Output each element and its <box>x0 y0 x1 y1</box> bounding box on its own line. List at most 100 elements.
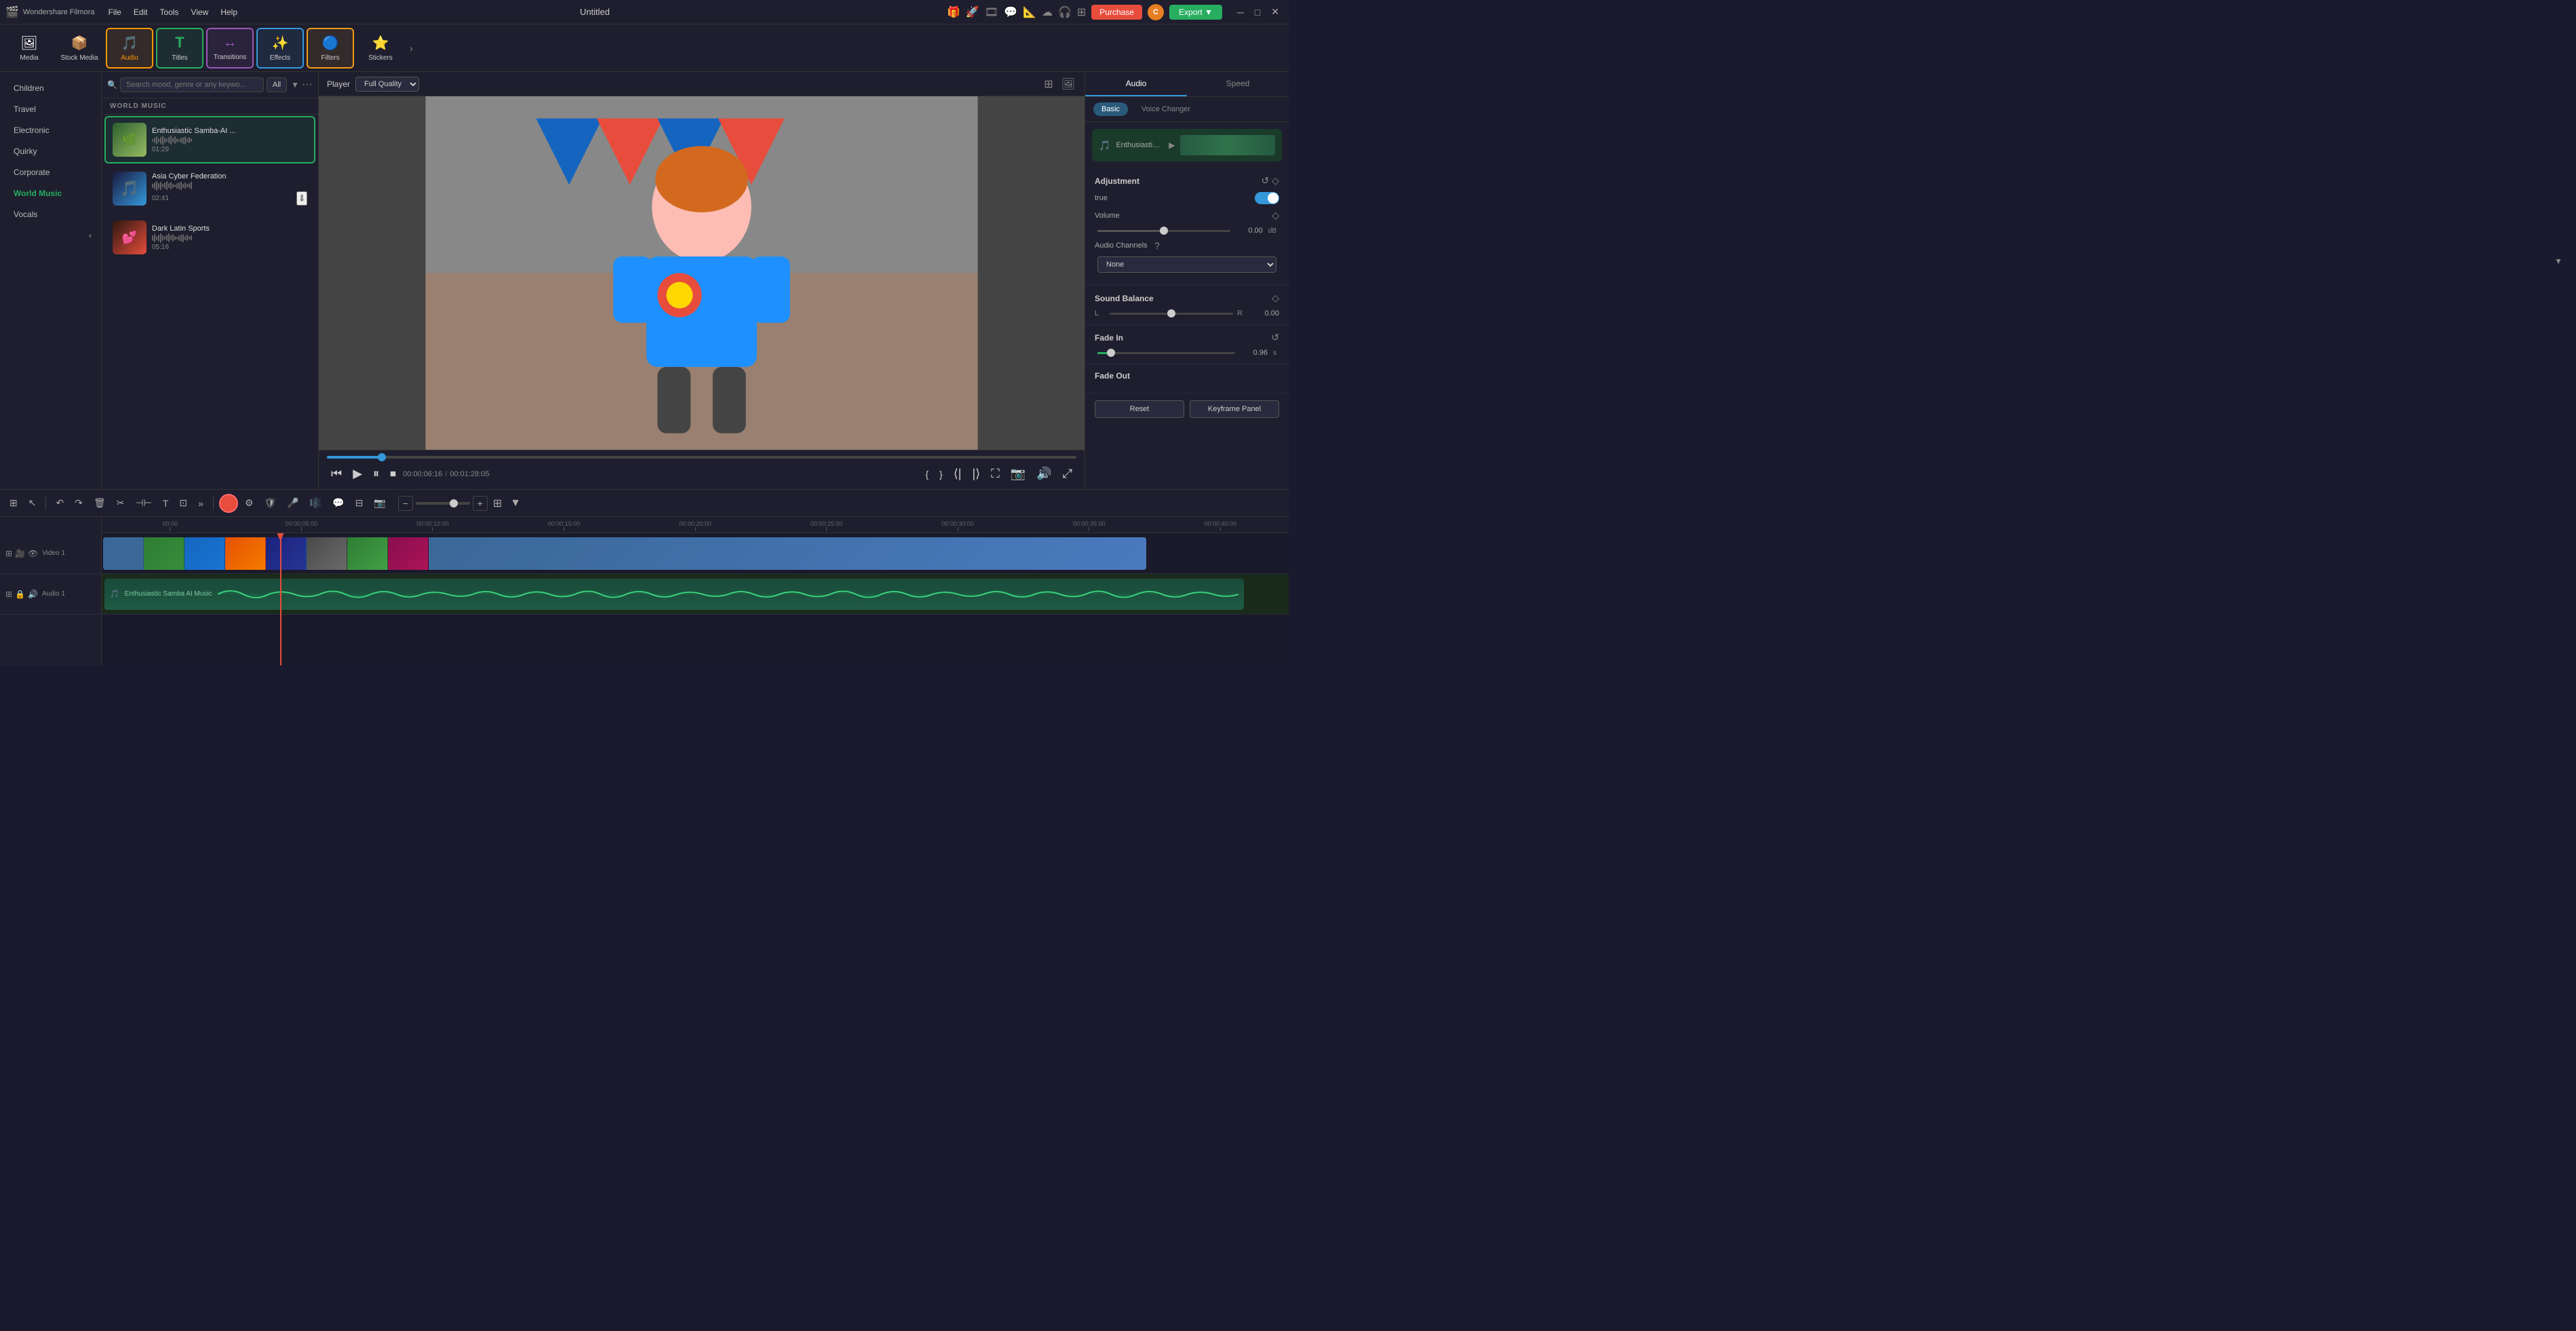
zoom-out-button[interactable]: − <box>398 496 413 511</box>
sidebar-item-corporate[interactable]: Corporate <box>3 162 98 182</box>
grid-view-button[interactable]: ⊞ <box>1042 76 1054 92</box>
captions-button[interactable]: 💬 <box>328 495 348 512</box>
audio-button[interactable]: 🔊 <box>1032 464 1055 484</box>
crop-button[interactable]: ⊡ <box>175 495 191 512</box>
zoom-slider[interactable] <box>416 502 470 505</box>
snapshot2-button[interactable]: 📷 <box>370 495 389 512</box>
scene-detect-btn[interactable]: 🎞 <box>985 5 998 19</box>
audio-search-input[interactable] <box>120 77 264 92</box>
pip-button[interactable]: ⤢ <box>1059 464 1076 484</box>
zoom-in-button[interactable]: + <box>473 496 488 511</box>
record-button[interactable] <box>219 494 238 513</box>
split-audio-button[interactable]: ⚙ <box>241 495 258 512</box>
mark-in-button[interactable]: { <box>921 464 933 484</box>
sidebar-item-quirky[interactable]: Quirky <box>3 141 98 161</box>
volume-slider[interactable] <box>1097 230 1230 232</box>
sidebar-item-children[interactable]: Children <box>3 78 98 98</box>
audio-more-button[interactable]: ··· <box>302 79 313 91</box>
toolbar-audio[interactable]: 🎵 Audio <box>106 28 153 69</box>
preview-progress-thumb[interactable] <box>378 453 386 461</box>
toolbar-stickers[interactable]: ⭐ Stickers <box>357 28 404 69</box>
undo-button[interactable]: ↶ <box>52 495 68 512</box>
mic-button[interactable]: 🎤 <box>283 495 303 512</box>
cut-button[interactable]: ✂ <box>113 495 129 512</box>
quality-select[interactable]: Full Quality <box>355 77 419 92</box>
stop-button[interactable]: ⏹ <box>386 464 400 484</box>
more-tools-button[interactable]: » <box>194 495 208 512</box>
preview-progress-bar[interactable] <box>327 456 1076 459</box>
cloud-btn[interactable]: ☁ <box>1042 5 1053 19</box>
menu-help[interactable]: Help <box>215 5 243 20</box>
voice-button[interactable]: 🛡 <box>260 495 281 512</box>
maximize-button[interactable]: □ <box>1251 5 1264 19</box>
subtab-voice-changer[interactable]: Voice Changer <box>1133 102 1198 116</box>
video-clip-main[interactable] <box>103 537 1146 570</box>
subtitle-btn[interactable]: 💬 <box>1004 5 1017 19</box>
fullscreen-button[interactable]: ⛶ <box>987 464 1004 484</box>
menu-file[interactable]: File <box>102 5 126 20</box>
adjustment-reset-btn[interactable]: ↺ <box>1261 175 1269 187</box>
prev-frame-button[interactable]: ⟨| <box>950 464 966 484</box>
menu-view[interactable]: View <box>186 5 214 20</box>
speed-icon-btn[interactable]: 🚀 <box>966 5 979 19</box>
sidebar-item-travel[interactable]: Travel <box>3 99 98 119</box>
mark-out-button[interactable]: } <box>935 464 947 484</box>
apps-btn[interactable]: ⊞ <box>1077 5 1086 19</box>
reset-button[interactable]: Reset <box>1095 400 1184 418</box>
sound-balance-thumb[interactable] <box>1167 309 1175 317</box>
audio-item-samba[interactable]: 🌿 Enthusiastic Samba-AI ... <box>104 116 315 163</box>
toolbar-filters[interactable]: 🔵 Filters <box>307 28 354 69</box>
image-view-button[interactable]: 🖼 <box>1060 76 1076 92</box>
next-frame-button[interactable]: |⟩ <box>968 464 984 484</box>
audio-download-cyber[interactable]: ⬇ <box>296 191 307 206</box>
menu-tools[interactable]: Tools <box>155 5 184 20</box>
timeline-grid-button[interactable]: ⊞ <box>490 494 505 513</box>
audio-filter-button[interactable]: All <box>267 77 287 92</box>
sidebar-item-world-music[interactable]: World Music <box>3 183 98 204</box>
select-tool-button[interactable]: ↖ <box>24 495 41 512</box>
video-track-eye-btn[interactable]: 👁 <box>28 549 38 558</box>
timeline-layout-button[interactable]: ▼ <box>507 495 524 512</box>
toolbar-effects[interactable]: ✨ Effects <box>256 28 304 69</box>
toolbar-titles[interactable]: T Titles <box>156 28 203 69</box>
toolbar-media[interactable]: 🖼 Media <box>5 28 53 69</box>
step-forward-button[interactable]: ▶ <box>349 464 366 484</box>
sound-balance-slider[interactable] <box>1110 313 1233 315</box>
audio-track-vol-btn[interactable]: 🔊 <box>28 590 38 599</box>
volume-diamond-btn[interactable]: ◇ <box>1272 210 1279 221</box>
headphone-btn[interactable]: 🎧 <box>1058 5 1072 19</box>
minimize-button[interactable]: ─ <box>1233 5 1248 19</box>
tab-speed[interactable]: Speed <box>1187 72 1289 96</box>
toolbar-transitions[interactable]: ↔ Transitions <box>206 28 254 69</box>
toolbar-more-chevron[interactable]: › <box>410 43 413 54</box>
fade-in-thumb[interactable] <box>1107 349 1115 357</box>
audio-item-cyber[interactable]: 🎵 Asia Cyber Federation <box>104 165 315 212</box>
subtitle-track-button[interactable]: ⊟ <box>351 495 368 512</box>
fade-in-slider[interactable] <box>1097 352 1235 354</box>
auto-normalization-toggle[interactable] <box>1255 192 1279 204</box>
menu-edit[interactable]: Edit <box>128 5 153 20</box>
adjustment-diamond-btn[interactable]: ◇ <box>1272 175 1279 187</box>
keyframe-panel-button[interactable]: Keyframe Panel <box>1190 400 1279 418</box>
delete-button[interactable]: 🗑 <box>90 495 110 512</box>
sidebar-collapse-button[interactable]: ‹ <box>85 228 96 243</box>
fade-in-reset-btn[interactable]: ↺ <box>1271 332 1279 343</box>
subtab-basic[interactable]: Basic <box>1093 102 1128 116</box>
audio-channels-help[interactable]: ? <box>1154 240 1160 251</box>
gift-button[interactable]: 🎁 <box>947 5 960 19</box>
sound-balance-diamond-btn[interactable]: ◇ <box>1272 292 1279 304</box>
tab-audio[interactable]: Audio <box>1085 72 1187 96</box>
purchase-button[interactable]: Purchase <box>1091 5 1142 20</box>
split-view-button[interactable]: ⊞ <box>5 495 22 512</box>
template-btn[interactable]: 📐 <box>1023 5 1036 19</box>
music-button[interactable]: 🎼 <box>306 495 326 512</box>
trim-button[interactable]: ⊣⊢ <box>131 495 155 512</box>
volume-slider-thumb[interactable] <box>1160 227 1168 235</box>
pause-button[interactable]: ⏸ <box>369 464 383 484</box>
audio-clip-track-main[interactable]: 🎵 Enthusiastic Samba AI Music <box>104 579 1244 610</box>
zoom-slider-thumb[interactable] <box>450 499 458 507</box>
user-avatar[interactable]: C <box>1148 4 1164 20</box>
audio-item-latin[interactable]: 💕 Dark Latin Sports <box>104 214 315 261</box>
video-track-add-btn[interactable]: ⊞ <box>5 549 12 558</box>
sidebar-item-electronic[interactable]: Electronic <box>3 120 98 140</box>
